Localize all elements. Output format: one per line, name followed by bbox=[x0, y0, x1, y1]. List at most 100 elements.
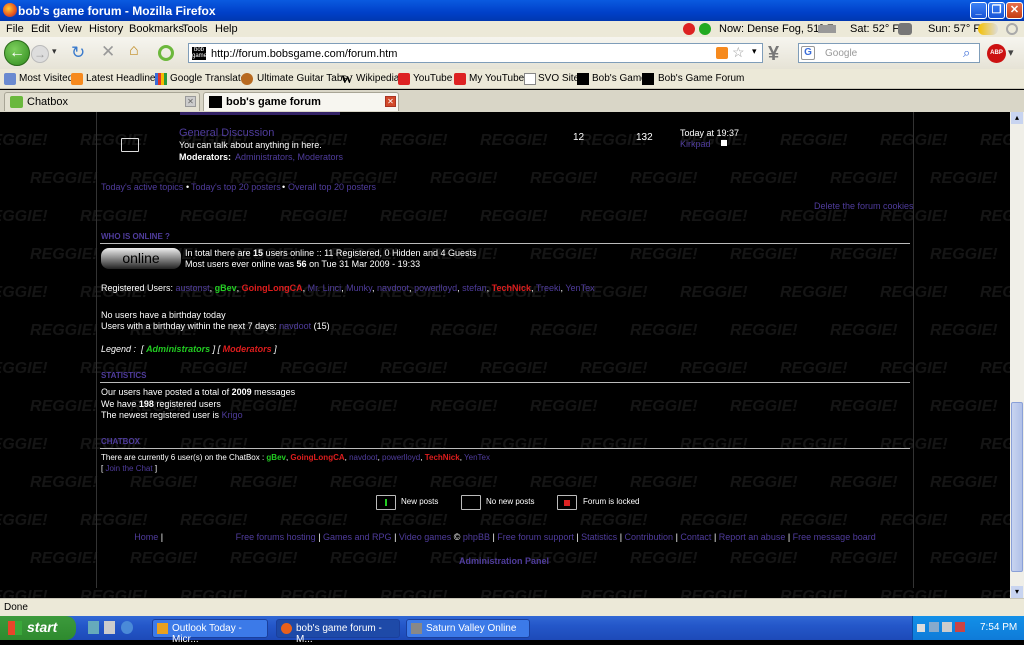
legend-mod[interactable]: Moderators bbox=[223, 344, 272, 354]
taskbar-outlook[interactable]: Outlook Today - Micr... bbox=[152, 619, 268, 645]
user-link[interactable]: YenTex bbox=[565, 283, 594, 293]
rss-feed-icon[interactable] bbox=[716, 47, 728, 59]
bookmark-ultimate-guitar[interactable]: Ultimate Guitar Tabs bbox=[257, 73, 347, 84]
close-button[interactable]: ✕ bbox=[1006, 2, 1023, 19]
menu-help[interactable]: Help bbox=[215, 23, 238, 35]
weather-now[interactable]: Now: Dense Fog, 51° F bbox=[719, 23, 833, 35]
menu-bookmarks[interactable]: Bookmarks bbox=[129, 23, 184, 35]
bookmark-google-translate[interactable]: Google Translate bbox=[170, 73, 246, 84]
footer-link[interactable]: Report an abuse bbox=[719, 532, 786, 542]
legend-admin[interactable]: Administrators bbox=[146, 344, 210, 354]
quicklaunch-app-icon[interactable] bbox=[104, 621, 115, 634]
bookmark-my-youtube[interactable]: My YouTube bbox=[469, 73, 524, 84]
search-placeholder[interactable]: Google bbox=[825, 48, 857, 59]
join-chat-link[interactable]: Join the Chat bbox=[105, 464, 152, 473]
footer-link[interactable]: Free message board bbox=[793, 532, 876, 542]
weather-sun[interactable]: Sun: 57° F bbox=[928, 23, 980, 35]
url-text[interactable]: http://forum.bobsgame.com/forum.htm bbox=[211, 48, 397, 60]
alert-icon[interactable] bbox=[683, 23, 695, 35]
bookmark-star-icon[interactable]: ☆ bbox=[732, 44, 745, 61]
admin-panel-link[interactable]: Administration Panel bbox=[459, 556, 549, 566]
footer-link[interactable]: Games and RPG bbox=[323, 532, 392, 542]
close-tab-icon[interactable]: ✕ bbox=[185, 96, 196, 107]
user-link[interactable]: YenTex bbox=[464, 453, 490, 462]
search-box[interactable]: G Google ⌕ bbox=[798, 43, 980, 63]
forum-title-link[interactable]: General Discussion bbox=[179, 127, 274, 139]
quicklaunch-ie-icon[interactable] bbox=[121, 621, 133, 634]
addon-icon[interactable] bbox=[158, 45, 174, 61]
scroll-up-arrow[interactable]: ▴ bbox=[1011, 112, 1023, 124]
footer-link[interactable]: Contribution bbox=[625, 532, 674, 542]
taskbar-firefox[interactable]: bob's game forum - M... bbox=[276, 619, 400, 645]
scroll-down-arrow[interactable]: ▾ bbox=[1011, 586, 1023, 598]
scroll-thumb[interactable] bbox=[1011, 402, 1023, 572]
url-bar[interactable]: bob game http://forum.bobsgame.com/forum.… bbox=[188, 43, 763, 63]
bookmark-svo-site[interactable]: SVO Site bbox=[538, 73, 579, 84]
minimize-button[interactable]: _ bbox=[970, 2, 987, 19]
menu-edit[interactable]: Edit bbox=[31, 23, 50, 35]
user-link[interactable]: powerlloyd bbox=[382, 453, 420, 462]
stop-icon[interactable]: ✕ bbox=[101, 42, 115, 62]
footer-link[interactable]: Video games bbox=[399, 532, 451, 542]
weather-sat[interactable]: Sat: 52° F bbox=[850, 23, 899, 35]
home-icon[interactable]: ⌂ bbox=[129, 42, 139, 60]
maximize-button[interactable]: ❐ bbox=[988, 2, 1005, 19]
security-icon[interactable] bbox=[955, 622, 965, 632]
user-link[interactable]: stefan bbox=[462, 283, 487, 293]
user-link[interactable]: TechNick bbox=[425, 453, 460, 462]
footer-link[interactable]: Home bbox=[134, 532, 158, 542]
bookmark-most-visited[interactable]: Most Visited bbox=[19, 73, 73, 84]
user-link[interactable]: GoingLongCA bbox=[290, 453, 344, 462]
adblock-dropdown-icon[interactable]: ▾ bbox=[1008, 46, 1014, 59]
newest-user-link[interactable]: Krigo bbox=[222, 410, 243, 420]
user-link[interactable]: TechNick bbox=[492, 283, 531, 293]
user-link[interactable]: navdoot bbox=[377, 283, 409, 293]
tool-icon[interactable]: ¥ bbox=[768, 43, 779, 66]
tab-bobs-game-forum[interactable]: bob's game forum ✕ bbox=[203, 92, 399, 111]
last-post-user-link[interactable]: Kirkpad bbox=[680, 139, 711, 149]
user-link[interactable]: powerlloyd bbox=[414, 283, 457, 293]
footer-link[interactable]: Contact bbox=[680, 532, 711, 542]
footer-link[interactable]: Statistics bbox=[581, 532, 617, 542]
settings-gear-icon[interactable] bbox=[1006, 23, 1018, 35]
footer-link[interactable]: phpBB bbox=[463, 532, 490, 542]
bookmark-wikipedia[interactable]: Wikipedia bbox=[356, 73, 399, 84]
user-link[interactable]: gBev bbox=[266, 453, 286, 462]
menu-history[interactable]: History bbox=[89, 23, 123, 35]
footer-link[interactable]: Free forum support bbox=[497, 532, 574, 542]
goto-last-post-icon[interactable] bbox=[721, 140, 727, 146]
footer-link[interactable]: Free forums hosting bbox=[236, 532, 316, 542]
tray-arrow-icon[interactable] bbox=[917, 624, 925, 632]
bookmark-bobs-game-forum[interactable]: Bob's Game Forum bbox=[658, 73, 744, 84]
google-icon[interactable]: G bbox=[801, 46, 815, 60]
adblock-icon[interactable]: ABP bbox=[987, 44, 1006, 63]
todays-top-posters-link[interactable]: Today's top 20 posters bbox=[191, 182, 281, 192]
quicklaunch-desktop-icon[interactable] bbox=[88, 621, 99, 634]
user-link[interactable]: Treeki bbox=[536, 283, 561, 293]
user-link[interactable]: GoingLongCA bbox=[242, 283, 303, 293]
delete-cookies-link[interactable]: Delete the forum cookies bbox=[814, 201, 914, 211]
reload-icon[interactable]: ↻ bbox=[71, 43, 85, 63]
birthday-user-link[interactable]: navdoot bbox=[279, 321, 311, 331]
search-icon[interactable]: ⌕ bbox=[963, 45, 970, 61]
user-link[interactable]: gBev bbox=[215, 283, 237, 293]
close-tab-icon[interactable]: ✕ bbox=[385, 96, 396, 107]
bookmark-youtube[interactable]: YouTube bbox=[413, 73, 452, 84]
tab-chatbox[interactable]: Chatbox ✕ bbox=[4, 92, 200, 111]
todays-active-topics-link[interactable]: Today's active topics bbox=[101, 182, 183, 192]
url-dropdown-icon[interactable]: ▾ bbox=[752, 46, 757, 57]
back-button[interactable]: ← bbox=[4, 40, 30, 66]
overall-top-posters-link[interactable]: Overall top 20 posters bbox=[288, 182, 376, 192]
menu-tools[interactable]: Tools bbox=[182, 23, 208, 35]
status-ok-icon[interactable] bbox=[699, 23, 711, 35]
network-icon[interactable] bbox=[929, 622, 939, 632]
bookmark-bobs-game[interactable]: Bob's Game bbox=[592, 73, 647, 84]
menu-view[interactable]: View bbox=[58, 23, 82, 35]
user-link[interactable]: navdoot bbox=[349, 453, 377, 462]
menu-file[interactable]: File bbox=[6, 23, 24, 35]
start-button[interactable]: start bbox=[0, 616, 76, 640]
user-link[interactable]: Mr. Linci bbox=[308, 283, 342, 293]
volume-icon[interactable] bbox=[942, 622, 952, 632]
user-link[interactable]: austonst bbox=[176, 283, 210, 293]
bookmark-latest-headlines[interactable]: Latest Headlines bbox=[86, 73, 161, 84]
